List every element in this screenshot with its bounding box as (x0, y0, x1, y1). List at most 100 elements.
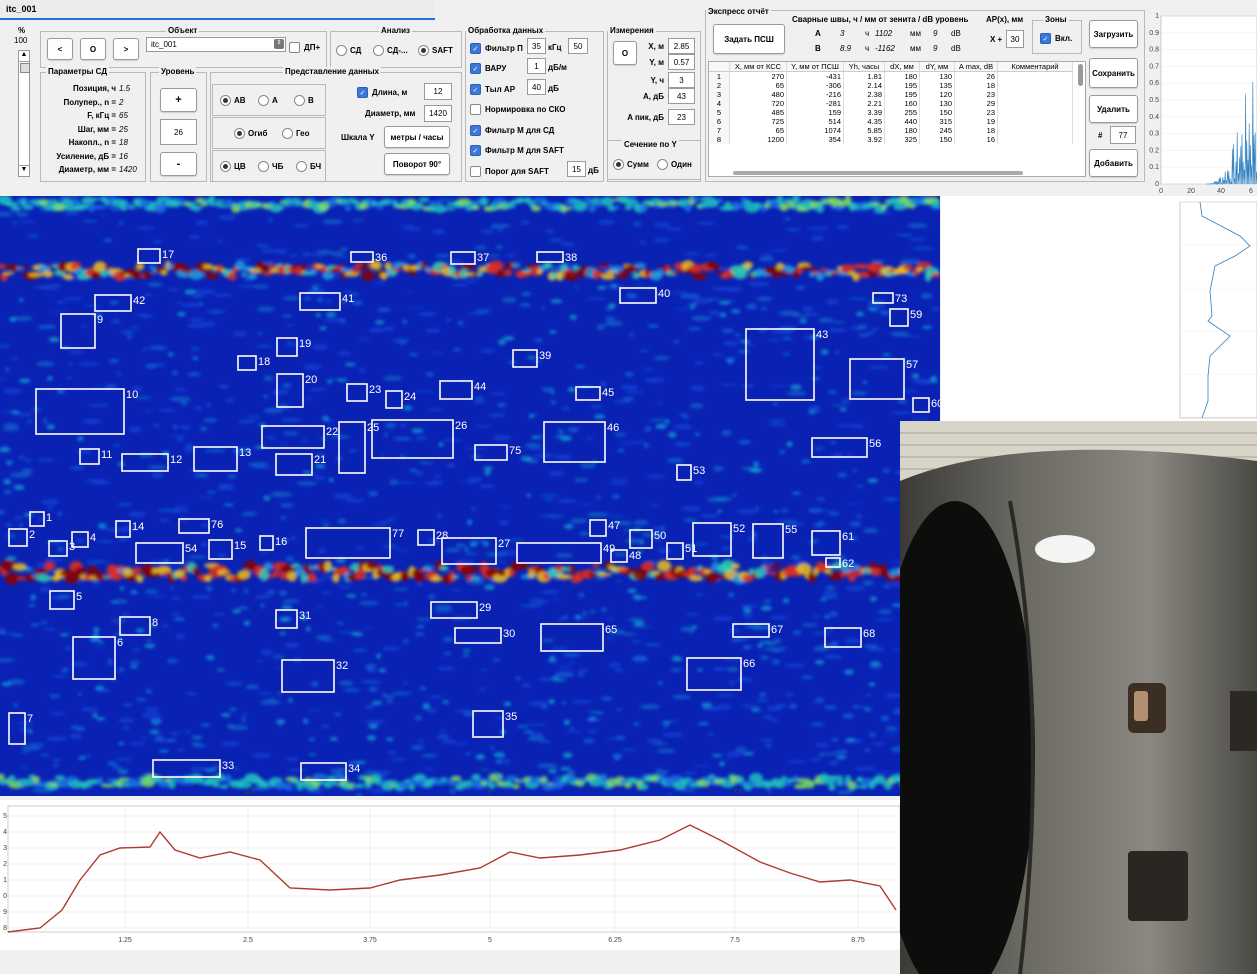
analysis-sd2-radio[interactable]: СД-... (373, 45, 408, 56)
length-field[interactable]: 12 (424, 83, 452, 100)
table-header-cell[interactable]: Y, мм от ПСШ (786, 62, 844, 72)
tyl-checkbox[interactable]: ✓ Тыл АР (470, 84, 515, 95)
table-header-cell[interactable]: A max, dB (954, 62, 998, 72)
filter-p-high-field[interactable]: 50 (568, 38, 588, 54)
measure-value-field[interactable]: 3 (668, 72, 695, 88)
filter-m-saft-checkbox[interactable]: ✓ Фильтр М для SAFT (470, 145, 564, 156)
analysis-sd-radio[interactable]: СД (336, 45, 361, 56)
table-header-cell[interactable]: Комментарий (997, 62, 1073, 72)
mode-a-radio[interactable]: A (258, 95, 278, 106)
table-header-cell[interactable]: X, мм от КСС (729, 62, 787, 72)
defect-zone-label: 21 (314, 454, 326, 466)
measure-value-field[interactable]: 43 (668, 88, 695, 104)
scale-units-button[interactable]: метры / часы (384, 126, 450, 148)
varu-box[interactable]: ✓ (470, 63, 481, 74)
table-row[interactable]: 4 720 -281 2.21 160 130 29 (709, 99, 1073, 108)
level-value-field[interactable]: 26 (160, 119, 197, 145)
mode-ogib-radio[interactable]: Огиб (234, 128, 267, 139)
defect-zone-label: 51 (685, 543, 697, 555)
varu-checkbox[interactable]: ✓ ВАРУ (470, 63, 506, 74)
filter-p-checkbox[interactable]: ✓ Фильтр П (470, 43, 523, 54)
tyl-box[interactable]: ✓ (470, 84, 481, 95)
threshold-field[interactable]: 15 (567, 161, 586, 177)
threshold-box[interactable] (470, 166, 481, 177)
table-row[interactable]: 5 485 159 3.39 255 150 23 (709, 108, 1073, 117)
length-checkbox[interactable]: ✓ Длина, м (357, 87, 407, 98)
mode-ab-radio[interactable]: AB (220, 95, 246, 106)
percent-slider[interactable]: ▲ ▼ (18, 50, 30, 177)
object-select[interactable]: itc_001 ⇕ (146, 37, 286, 52)
defect-zone-label: 76 (211, 519, 223, 531)
ap-value-field[interactable]: 30 (1006, 30, 1024, 48)
mode-geo-radio[interactable]: Гео (282, 128, 309, 139)
defect-zone-label: 29 (479, 602, 491, 614)
delete-button[interactable]: Удалить (1089, 95, 1138, 123)
bottom-y-tick: 3 (3, 845, 7, 852)
prev-object-button[interactable]: < (47, 38, 73, 60)
table-cell (997, 90, 1073, 99)
set-psh-button[interactable]: Задать ПСШ (713, 24, 785, 54)
tyl-field[interactable]: 40 (527, 79, 546, 95)
mode-cv-radio[interactable]: ЦВ (220, 161, 246, 172)
table-header-cell[interactable]: dX, мм (884, 62, 920, 72)
filter-p-low-field[interactable]: 35 (527, 38, 546, 54)
table-h-scrollbar[interactable] (733, 171, 1023, 175)
table-header-cell[interactable] (709, 62, 730, 72)
next-object-button[interactable]: > (113, 38, 139, 60)
norm-box[interactable] (470, 104, 481, 115)
level-minus-button[interactable]: - (160, 152, 197, 176)
mode-bch-radio[interactable]: БЧ (296, 161, 321, 172)
zones-checkbox[interactable]: ✓ Вкл. (1040, 33, 1072, 44)
measure-center-button[interactable]: O (613, 41, 637, 65)
table-cell: 245 (919, 126, 955, 135)
threshold-checkbox[interactable]: Порог для SAFT (470, 166, 549, 177)
measure-value-field[interactable]: 23 (668, 109, 695, 125)
table-row[interactable]: 2 65 -306 2.14 195 135 18 (709, 81, 1073, 90)
norm-checkbox[interactable]: Нормировка по СКО (470, 104, 565, 115)
mode-b-radio[interactable]: B (294, 95, 314, 106)
dp-checkbox-box[interactable] (289, 42, 300, 53)
add-button[interactable]: Добавить (1089, 149, 1138, 177)
table-cell: -306 (786, 81, 844, 90)
table-v-scrollbar[interactable] (1078, 64, 1083, 86)
zones-box[interactable]: ✓ (1040, 33, 1051, 44)
table-row[interactable]: 8 1200 354 3.92 325 150 16 (709, 135, 1073, 144)
filter-m-saft-box[interactable]: ✓ (470, 145, 481, 156)
mode-chb-label: ЧБ (272, 162, 284, 171)
slider-up-arrow-icon[interactable]: ▲ (19, 51, 29, 62)
slider-down-arrow-icon[interactable]: ▼ (19, 165, 29, 176)
table-row[interactable]: 3 480 -216 2.38 195 120 23 (709, 90, 1073, 99)
save-button[interactable]: Сохранить (1089, 58, 1138, 88)
table-cell: 3.39 (843, 108, 885, 117)
rotate-button[interactable]: Поворот 90° (384, 153, 450, 175)
filter-m-sd-checkbox[interactable]: ✓ Фильтр М для СД (470, 125, 554, 136)
defect-table[interactable]: X, мм от КСС Y, мм от ПСШ Yh, часы dX, мм dY… (708, 61, 1086, 177)
table-cell (997, 135, 1073, 144)
diameter-field[interactable]: 1420 (424, 105, 452, 122)
center-object-button[interactable]: O (80, 38, 106, 60)
threshold-unit: дБ (588, 166, 599, 175)
mode-chb-radio[interactable]: ЧБ (258, 161, 283, 172)
section-sum-radio[interactable]: Сумм (613, 159, 649, 170)
table-row[interactable]: 6 725 514 4.35 440 315 19 (709, 117, 1073, 126)
slider-thumb[interactable] (20, 63, 30, 73)
table-header-cell[interactable]: dY, мм (919, 62, 955, 72)
count-field[interactable]: 77 (1110, 126, 1136, 144)
dp-checkbox[interactable]: ДП+ (289, 42, 320, 53)
length-checkbox-box[interactable]: ✓ (357, 87, 368, 98)
hist-y-tick: 0.4 (1149, 114, 1159, 121)
level-plus-button[interactable]: + (160, 88, 197, 112)
filter-m-sd-box[interactable]: ✓ (470, 125, 481, 136)
table-row[interactable]: 1 270 -431 1.81 180 130 26 (709, 71, 1073, 81)
measure-value-field[interactable]: 0.57 (668, 54, 695, 70)
table-cell: 159 (786, 108, 844, 117)
measure-value-field[interactable]: 2.85 (668, 38, 695, 54)
section-one-radio[interactable]: Один (657, 159, 692, 170)
filter-p-box[interactable]: ✓ (470, 43, 481, 54)
varu-field[interactable]: 1 (527, 58, 546, 74)
table-row[interactable]: 7 65 1074 5.85 180 245 18 (709, 126, 1073, 135)
analysis-saft-radio[interactable]: SAFT (418, 45, 453, 56)
table-header-cell[interactable]: Yh, часы (843, 62, 885, 72)
load-button[interactable]: Загрузить (1089, 20, 1138, 48)
saft-map[interactable]: 17 36 37 3842 41 40 739 591918 3943571020232444 4… (0, 196, 940, 796)
